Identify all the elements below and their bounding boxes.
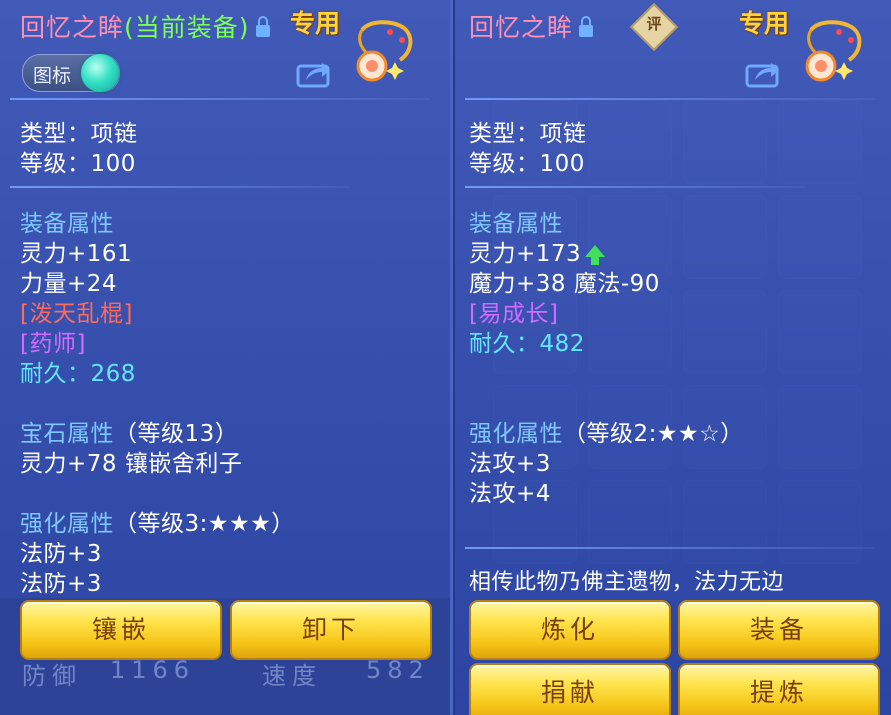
speed-value: 582 [366, 656, 430, 684]
compare-item-panel: 回忆之眸 评 专用 类型：项链 等级：100 装备属性 灵力+173 魔力+38… [455, 0, 891, 715]
gem-section-header: 宝石属性（等级13） [20, 414, 238, 448]
attr-line: 灵力+161 [20, 241, 133, 267]
attr-line: 灵力+173 [469, 234, 606, 268]
item-level: 等级：100 [20, 151, 136, 177]
share-icon[interactable] [296, 58, 332, 88]
item-name: 回忆之眸 [469, 13, 574, 42]
item-description: 相传此物乃佛主遗物，法力无边 [469, 570, 785, 595]
icon-toggle[interactable]: 图标 [22, 54, 120, 92]
toggle-knob [81, 54, 119, 92]
gem-line: 灵力+78 镶嵌舍利子 [20, 451, 243, 477]
enhance-line: 法防+3 [20, 571, 102, 597]
divider [10, 186, 350, 188]
special-label: 专用 [739, 9, 790, 38]
up-arrow-icon [585, 244, 606, 265]
ping-label: 评 [646, 14, 662, 33]
lock-icon [255, 16, 270, 37]
enhance-line: 法防+3 [20, 541, 102, 567]
attr-header: 装备属性 [469, 211, 563, 237]
inlay-button[interactable]: 镶嵌 [20, 600, 222, 660]
toggle-label: 图标 [33, 65, 72, 87]
attr-header: 装备属性 [20, 211, 114, 237]
item-name: 回忆之眸 [20, 13, 125, 42]
durability: 耐久：482 [469, 331, 585, 357]
item-type: 类型：项链 [20, 121, 138, 147]
speed-label: 速度 [262, 662, 322, 690]
share-icon[interactable] [745, 58, 781, 88]
defense-label: 防御 [22, 662, 82, 690]
item-title: 回忆之眸 [469, 8, 594, 44]
divider [465, 547, 875, 549]
defense-value: 1166 [110, 656, 196, 684]
enhance-level: （等级3:★★★） [114, 511, 295, 537]
special-effect: [泼天乱棍] [20, 301, 133, 327]
ping-badge-icon[interactable]: 评 [629, 2, 679, 52]
special-label: 专用 [290, 9, 341, 38]
divider [10, 98, 430, 100]
item-title: 回忆之眸(当前装备) [20, 8, 270, 44]
special-effect: [易成长] [469, 301, 559, 327]
unload-button[interactable]: 卸下 [230, 600, 432, 660]
enhance-level: （等级2:★★☆） [563, 421, 744, 447]
divider [465, 186, 805, 188]
necklace-icon [356, 20, 413, 82]
special-skill: [药师] [20, 331, 86, 357]
enhance-section-header: 强化属性（等级3:★★★） [20, 504, 295, 538]
lock-icon [579, 16, 594, 37]
necklace-icon [805, 20, 862, 82]
attr-line: 魔力+38 魔法-90 [469, 271, 660, 297]
donate-button[interactable]: 捐献 [469, 663, 671, 715]
extract-button[interactable]: 提炼 [678, 663, 880, 715]
divider [465, 98, 875, 100]
enhance-line: 法攻+4 [469, 481, 551, 507]
equip-button[interactable]: 装备 [678, 600, 880, 660]
attr-line: 力量+24 [20, 271, 118, 297]
current-equipped-tag: (当前装备) [124, 13, 250, 42]
durability: 耐久：268 [20, 361, 136, 387]
refine-button[interactable]: 炼化 [469, 600, 671, 660]
enhance-section-header: 强化属性（等级2:★★☆） [469, 414, 744, 448]
enhance-line: 法攻+3 [469, 451, 551, 477]
item-type: 类型：项链 [469, 121, 587, 147]
item-level: 等级：100 [469, 151, 585, 177]
equipped-item-panel: 回忆之眸(当前装备) 专用 图标 类型：项链 等级：100 装备属性 灵力+16… [0, 0, 453, 715]
